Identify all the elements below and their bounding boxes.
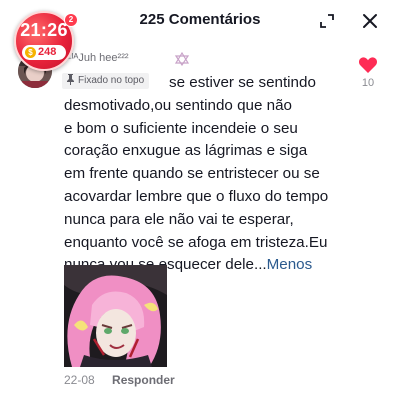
comment-line: em frente quando se entristecer ou se [64,165,320,183]
comment-meta: 22-08 Responder [64,373,175,387]
comment-username[interactable]: ᴸᴵᴸᴵᴬJuh hee²²² [62,52,129,64]
close-icon[interactable] [360,11,380,31]
comments-sheet: 225 Comentários ᴸᴵᴸᴵᴬJuh hee²²² Fixado n… [0,0,400,400]
coin-count: 248 [38,46,57,58]
coin-icon: $ [25,47,36,58]
anime-character-image [64,265,167,367]
comment-line: coração enxugue as lágrimas e siga [64,142,308,160]
comment-body[interactable]: se estiver se sentindo desmotivado,ou se… [64,72,364,277]
notification-badge: 2 [64,13,78,27]
like-count: 10 [361,77,375,89]
reply-button[interactable]: Responder [112,373,175,387]
heart-icon[interactable] [358,56,378,74]
comment-line: desmotivado,ou sentindo que não [64,96,292,114]
sparkle-icon [174,51,190,66]
expand-icon[interactable] [318,12,336,30]
floating-clock-badge[interactable]: 21:26 2 $ 248 [14,11,78,71]
comment-line: e bom o suficiente incendeie o seu [64,119,298,137]
comment-line: se estiver se sentindo [169,74,316,91]
comment-date: 22-08 [64,373,95,387]
comment-line: acovardar lembre que o fluxo do tempo [64,187,329,205]
show-less-link[interactable]: Menos [267,256,313,273]
clock-time: 21:26 [20,20,68,40]
comment-line: enquanto você se afoga em tristeza.Eu [64,233,328,251]
coin-pill: $ 248 [22,45,66,60]
comment-image[interactable] [64,265,167,367]
comment-line: nunca para ele não vai te esperar, [64,210,294,228]
